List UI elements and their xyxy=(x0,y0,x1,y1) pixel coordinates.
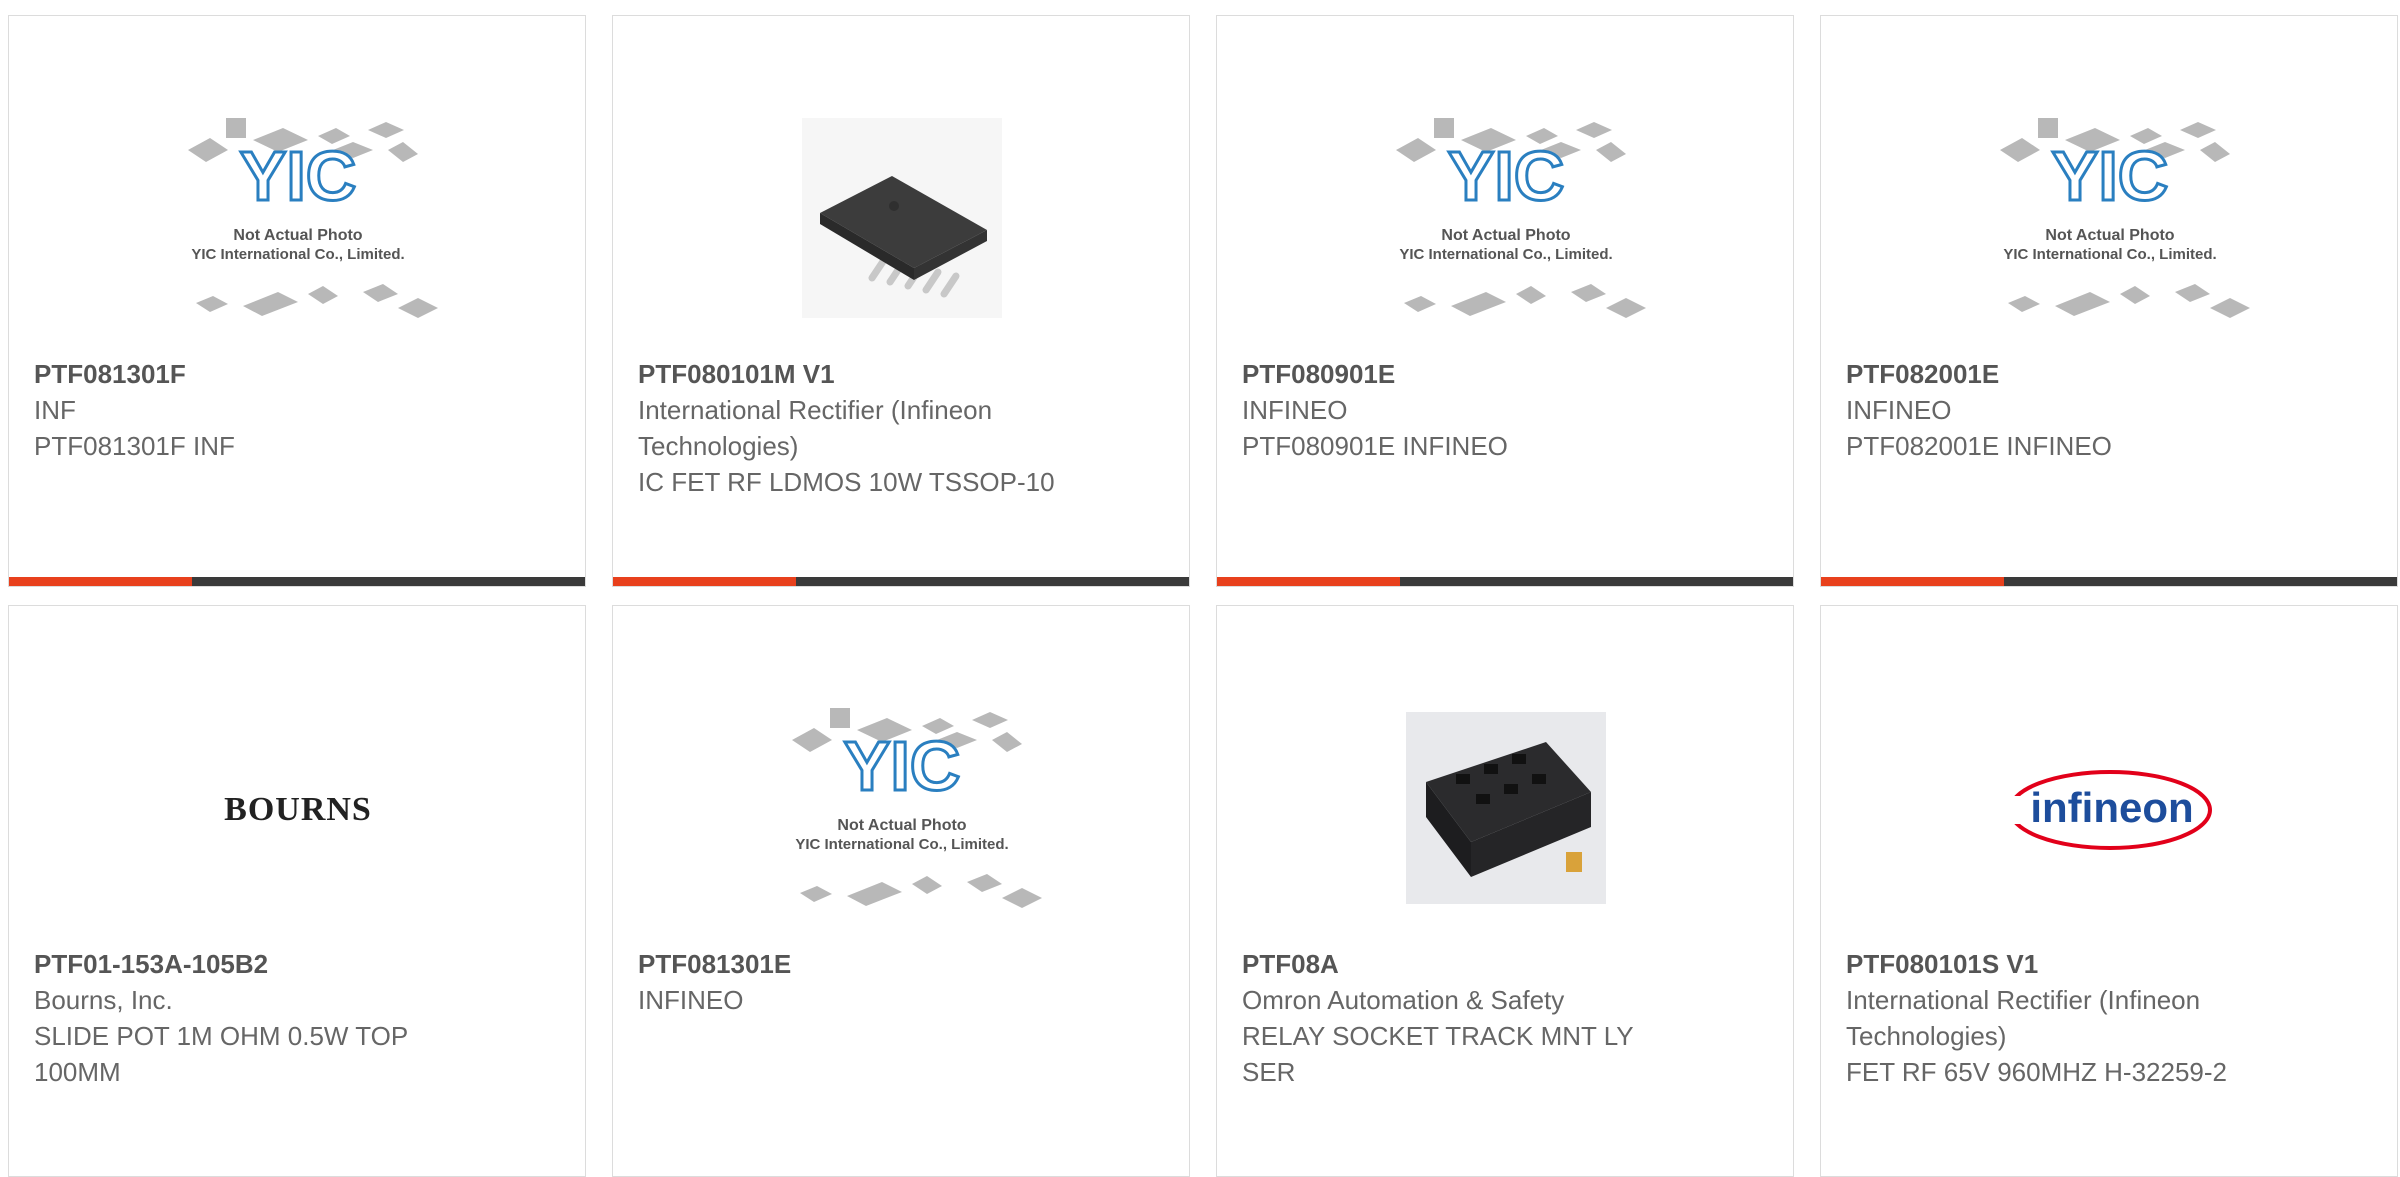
svg-text:YIC International Co., Limited: YIC International Co., Limited. xyxy=(1399,246,1612,263)
product-image[interactable]: YIC Not Actual Photo YIC International C… xyxy=(9,78,585,358)
product-card[interactable]: YIC Not Actual Photo YIC International C… xyxy=(612,605,1190,1177)
svg-text:Not Actual Photo: Not Actual Photo xyxy=(2045,227,2174,244)
svg-text:Not Actual Photo: Not Actual Photo xyxy=(233,227,362,244)
product-card[interactable]: PTF08A Omron Automation & Safety RELAY S… xyxy=(1216,605,1794,1177)
product-info: PTF01-153A-105B2 Bourns, Inc. SLIDE POT … xyxy=(34,946,474,1090)
product-image[interactable]: infineon xyxy=(1821,668,2397,948)
part-number[interactable]: PTF081301E xyxy=(638,946,1078,982)
svg-text:YIC: YIC xyxy=(844,727,961,805)
part-number[interactable]: PTF08A xyxy=(1242,946,1682,982)
svg-text:YIC International Co., Limited: YIC International Co., Limited. xyxy=(191,246,404,263)
card-footer-bar xyxy=(1217,577,1793,586)
infineon-logo: infineon xyxy=(2008,770,2212,850)
svg-text:YIC: YIC xyxy=(2052,137,2169,215)
manufacturer: INF xyxy=(34,395,76,425)
svg-text:Not Actual Photo: Not Actual Photo xyxy=(837,817,966,834)
product-card[interactable]: infineon PTF080101S V1 International Rec… xyxy=(1820,605,2398,1177)
product-card[interactable]: PTF080101M V1 International Rectifier (I… xyxy=(612,15,1190,587)
product-card[interactable]: YIC Not Actual Photo YIC International C… xyxy=(1216,15,1794,587)
product-info: PTF08A Omron Automation & Safety RELAY S… xyxy=(1242,946,1682,1090)
manufacturer: INFINEO xyxy=(1242,395,1348,425)
product-card[interactable]: YIC Not Actual Photo YIC International C… xyxy=(1820,15,2398,587)
description: PTF082001E INFINEO xyxy=(1846,431,2112,461)
manufacturer: International Rectifier (Infineon Techno… xyxy=(638,395,993,461)
part-number[interactable]: PTF01-153A-105B2 xyxy=(34,946,474,982)
description: PTF080901E INFINEO xyxy=(1242,431,1508,461)
product-info: PTF081301E INFINEO xyxy=(638,946,1078,1018)
svg-text:BOURNS: BOURNS xyxy=(224,791,372,828)
relay-socket-photo xyxy=(1406,712,1606,904)
tssop-chip-photo xyxy=(802,118,1002,318)
product-info: PTF080101M V1 International Rectifier (I… xyxy=(638,356,1078,500)
part-number[interactable]: PTF080101S V1 xyxy=(1846,946,2286,982)
product-image[interactable]: YIC Not Actual Photo YIC International C… xyxy=(1217,78,1793,358)
part-number[interactable]: PTF082001E xyxy=(1846,356,2286,392)
product-info: PTF080101S V1 International Rectifier (I… xyxy=(1846,946,2286,1090)
description: IC FET RF LDMOS 10W TSSOP-10 xyxy=(638,467,1055,497)
product-image[interactable]: BOURNS xyxy=(9,668,585,948)
svg-text:YIC: YIC xyxy=(1448,137,1565,215)
description: SLIDE POT 1M OHM 0.5W TOP 100MM xyxy=(34,1021,408,1087)
manufacturer: Bourns, Inc. xyxy=(34,985,173,1015)
yic-placeholder-image: YIC Not Actual Photo YIC International C… xyxy=(2000,118,2250,318)
product-card[interactable]: YIC Not Actual Photo YIC International C… xyxy=(8,15,586,587)
svg-text:YIC: YIC xyxy=(240,137,357,215)
bourns-logo: BOURNS xyxy=(224,791,372,828)
product-info: PTF082001E INFINEO PTF082001E INFINEO xyxy=(1846,356,2286,464)
yic-placeholder-image: YIC Not Actual Photo YIC International C… xyxy=(1396,118,1646,318)
yic-placeholder-image: YIC Not Actual Photo YIC International C… xyxy=(792,708,1042,908)
manufacturer: INFINEO xyxy=(1846,395,1952,425)
svg-text:YIC International Co., Limited: YIC International Co., Limited. xyxy=(2003,246,2216,263)
svg-text:Not Actual Photo: Not Actual Photo xyxy=(1441,227,1570,244)
product-grid: YIC Not Actual Photo YIC International C… xyxy=(0,0,2400,1177)
yic-placeholder-image: YIC Not Actual Photo YIC International C… xyxy=(188,118,438,318)
product-card[interactable]: BOURNS PTF01-153A-105B2 Bourns, Inc. SLI… xyxy=(8,605,586,1177)
product-image[interactable] xyxy=(613,78,1189,358)
manufacturer: International Rectifier (Infineon Techno… xyxy=(1846,985,2201,1051)
card-footer-bar xyxy=(1821,577,2397,586)
part-number[interactable]: PTF081301F xyxy=(34,356,474,392)
description: FET RF 65V 960MHZ H-32259-2 xyxy=(1846,1057,2227,1087)
product-image[interactable] xyxy=(1217,668,1793,948)
card-footer-bar xyxy=(9,577,585,586)
product-info: PTF080901E INFINEO PTF080901E INFINEO xyxy=(1242,356,1682,464)
product-info: PTF081301F INF PTF081301F INF xyxy=(34,356,474,464)
product-image[interactable]: YIC Not Actual Photo YIC International C… xyxy=(613,668,1189,948)
manufacturer: Omron Automation & Safety xyxy=(1242,985,1565,1015)
manufacturer: INFINEO xyxy=(638,985,744,1015)
product-image[interactable]: YIC Not Actual Photo YIC International C… xyxy=(1821,78,2397,358)
part-number[interactable]: PTF080101M V1 xyxy=(638,356,1078,392)
svg-text:infineon: infineon xyxy=(2030,784,2193,831)
description: PTF081301F INF xyxy=(34,431,235,461)
description: RELAY SOCKET TRACK MNT LY SER xyxy=(1242,1021,1634,1087)
card-footer-bar xyxy=(613,577,1189,586)
part-number[interactable]: PTF080901E xyxy=(1242,356,1682,392)
svg-text:YIC International Co., Limited: YIC International Co., Limited. xyxy=(795,836,1008,853)
